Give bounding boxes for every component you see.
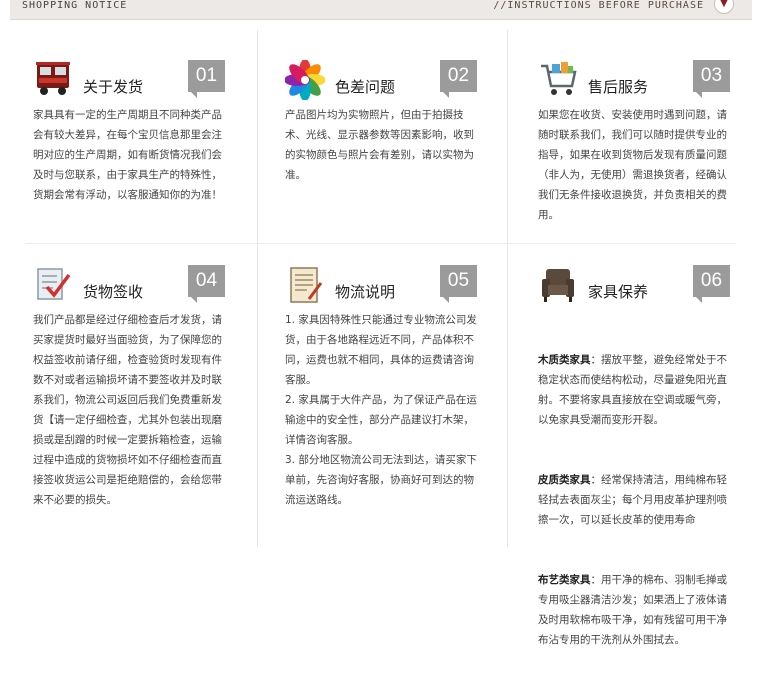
care-section-label: 木质类家具 (538, 354, 591, 366)
panel-title: 色差问题 (335, 78, 396, 96)
care-section-wood: 木质类家具：摆放平整，避免经常处于不稳定状态而使结构松动，尽量避免阳光直射。不要… (538, 350, 734, 430)
panel-number-badge: 01 (188, 60, 225, 98)
instructions-label: //INSTRUCTIONS BEFORE PURCHASE (493, 0, 704, 11)
panel-text: 1. 家具因特殊性只能通过专业物流公司发货，由于各地路程远近不同，产品体积不同，… (285, 314, 477, 506)
panel-title: 物流说明 (335, 283, 396, 301)
divider (257, 30, 258, 547)
panel-title: 关于发货 (83, 78, 144, 96)
panel-text: 家具具有一定的生产周期且不同种类产品会有较大差异，在每个宝贝信息那里会注明对应的… (33, 109, 222, 201)
panel-number-badge: 04 (188, 265, 225, 303)
panel-text: 产品图片均为实物照片，但由于拍摄技术、光线、显示器参数等因素影响，收到的实物颜色… (285, 109, 474, 181)
panel-number-badge: 05 (440, 265, 477, 303)
divider (507, 30, 508, 547)
shopping-cart-icon (538, 60, 578, 100)
panel-number-badge: 02 (440, 60, 477, 98)
document-icon (285, 265, 325, 305)
panel-title: 家具保养 (588, 283, 649, 301)
care-section-label: 皮质类家具 (538, 474, 591, 486)
armchair-icon (538, 265, 578, 305)
color-palette-icon (284, 59, 326, 101)
truck-icon (33, 60, 73, 100)
chevron-down-icon[interactable]: ▼ (714, 0, 734, 14)
panel-number-badge: 06 (693, 265, 730, 303)
notice-header-bar: SHOPPING NOTICE //INSTRUCTIONS BEFORE PU… (10, 0, 752, 20)
care-section-fabric: 布艺类家具：用干净的棉布、羽制毛掸或专用吸尘器清洁沙发；如果洒上了液体请及时用软… (538, 570, 734, 650)
care-section-label: 布艺类家具 (538, 574, 591, 586)
panel-text: 我们产品都是经过仔细检查后才发货，请买家提货时最好当面验货，为了保障您的权益签收… (33, 314, 222, 506)
panel-text: 木质类家具：摆放平整，避免经常处于不稳定状态而使结构松动，尽量避免阳光直射。不要… (538, 310, 734, 690)
checklist-icon (33, 265, 73, 305)
panel-title: 货物签收 (83, 283, 144, 301)
shopping-notice-label: SHOPPING NOTICE (22, 0, 128, 11)
panel-number-badge: 03 (693, 60, 730, 98)
panel-title: 售后服务 (588, 78, 649, 96)
panel-text: 如果您在收货、安装使用时遇到问题，请随时联系我们，我们可以随时提供专业的指导，如… (538, 109, 727, 221)
divider (26, 243, 736, 244)
care-section-leather: 皮质类家具：经常保持清洁，用纯棉布轻轻拭去表面灰尘；每个月用皮革护理剂喷擦一次，… (538, 470, 734, 530)
